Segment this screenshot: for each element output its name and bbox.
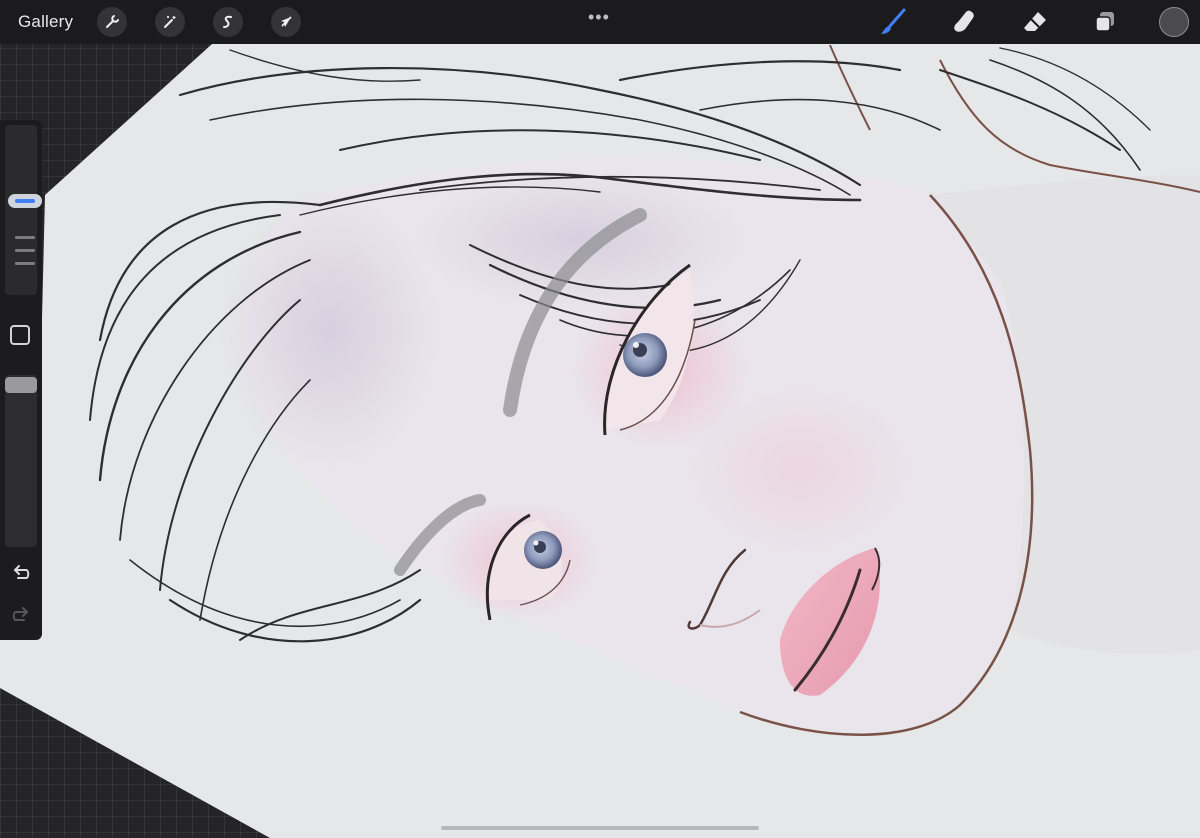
workspace-grid: [0, 0, 1200, 838]
brush-icon: [881, 8, 906, 34]
eraser-icon: [1024, 12, 1046, 31]
selection-button[interactable]: [213, 7, 243, 37]
brush-size-handle-accent: [15, 199, 35, 203]
transform-button[interactable]: [271, 7, 301, 37]
left-sidebar: [0, 120, 42, 640]
size-tick: [15, 249, 35, 252]
undo-button[interactable]: [8, 560, 34, 586]
smudge-tool-button[interactable]: [948, 6, 980, 38]
wrench-icon: [106, 15, 119, 28]
redo-button[interactable]: [8, 602, 34, 628]
modify-button[interactable]: [10, 325, 30, 345]
home-indicator: [441, 826, 759, 830]
smudge-finger-icon: [954, 10, 974, 32]
blush-cheek: [680, 380, 920, 560]
selection-s-icon: [223, 15, 232, 28]
actions-button[interactable]: [97, 7, 127, 37]
brush-size-handle[interactable]: [8, 194, 42, 208]
brush-opacity-slider[interactable]: [5, 375, 37, 547]
brush-tool-button[interactable]: [877, 6, 909, 38]
brow-shadow: [410, 170, 750, 310]
color-swatch-button[interactable]: [1159, 7, 1189, 37]
redo-arrow-icon: [12, 607, 29, 621]
adjustments-button[interactable]: [155, 7, 185, 37]
layers-icon: [1095, 12, 1114, 32]
size-tick: [15, 236, 35, 239]
magic-wand-icon: [164, 16, 176, 28]
eraser-tool-button[interactable]: [1019, 6, 1051, 38]
layers-button[interactable]: [1089, 6, 1121, 38]
drawing-canvas[interactable]: [0, 0, 1200, 838]
brush-size-slider[interactable]: [5, 125, 42, 295]
gallery-button[interactable]: Gallery: [18, 12, 73, 32]
more-menu-button[interactable]: •••: [588, 7, 610, 28]
top-toolbar: Gallery •••: [0, 0, 1200, 44]
arrow-cursor-icon: [281, 16, 292, 27]
face-shadow: [220, 190, 440, 470]
size-tick: [15, 262, 35, 265]
brush-opacity-handle[interactable]: [5, 377, 37, 393]
undo-arrow-icon: [13, 565, 30, 579]
